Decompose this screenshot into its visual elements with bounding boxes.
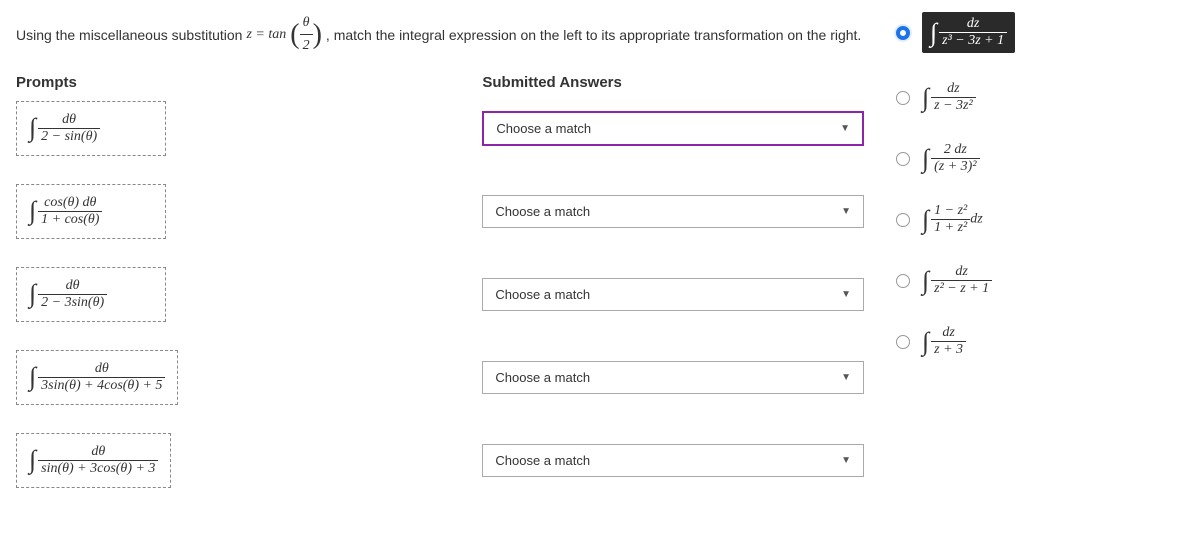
answer-select-2[interactable]: Choose a match ▼ [482, 195, 864, 228]
prompt-row-5: ∫dθsin(θ) + 3cos(θ) + 3 Choose a match ▼ [16, 433, 864, 488]
chevron-down-icon: ▼ [841, 206, 851, 217]
instruction-part2: , match the integral expression on the l… [326, 24, 861, 46]
radio-icon[interactable] [896, 213, 910, 227]
prompt-row-3: ∫dθ2 − 3sin(θ) Choose a match ▼ [16, 267, 864, 322]
chevron-down-icon: ▼ [841, 289, 851, 300]
prompt-3: ∫dθ2 − 3sin(θ) [16, 267, 166, 322]
prompt-2: ∫cos(θ) dθ1 + cos(θ) [16, 184, 166, 239]
radio-icon[interactable] [896, 152, 910, 166]
answer-select-1[interactable]: Choose a match ▼ [482, 111, 864, 146]
submitted-header: Submitted Answers [482, 74, 864, 91]
radio-selected-icon[interactable] [896, 26, 910, 40]
radio-icon[interactable] [896, 91, 910, 105]
radio-icon[interactable] [896, 335, 910, 349]
answer-select-4[interactable]: Choose a match ▼ [482, 361, 864, 394]
choice-4[interactable]: ∫1 − z²1 + z²dz [896, 203, 1184, 236]
chevron-down-icon: ▼ [840, 123, 850, 134]
answer-select-5[interactable]: Choose a match ▼ [482, 444, 864, 477]
select-placeholder-5: Choose a match [495, 453, 590, 468]
prompt-row-1: ∫dθ2 − sin(θ) Choose a match ▼ [16, 101, 864, 156]
sub-frac-den: 2 [300, 34, 313, 57]
select-placeholder-4: Choose a match [495, 370, 590, 385]
prompt-row-2: ∫cos(θ) dθ1 + cos(θ) Choose a match ▼ [16, 184, 864, 239]
choice-5[interactable]: ∫dzz² − z + 1 [896, 264, 1184, 297]
choice-6[interactable]: ∫dzz + 3 [896, 325, 1184, 358]
radio-icon[interactable] [896, 274, 910, 288]
prompt-row-4: ∫dθ3sin(θ) + 4cos(θ) + 5 Choose a match … [16, 350, 864, 405]
open-paren: ( [290, 21, 299, 49]
choice-3[interactable]: ∫2 dz(z + 3)² [896, 142, 1184, 175]
choices-panel: ∫dzz³ − 3z + 1 ∫dzz − 3z² ∫2 dz(z + 3)² … [880, 0, 1200, 528]
prompt-4: ∫dθ3sin(θ) + 4cos(θ) + 5 [16, 350, 178, 405]
prompts-header: Prompts [16, 74, 482, 91]
answer-select-3[interactable]: Choose a match ▼ [482, 278, 864, 311]
choice-2[interactable]: ∫dzz − 3z² [896, 81, 1184, 114]
substitution-lhs: z = tan [246, 24, 286, 46]
instruction-part1: Using the miscellaneous substitution [16, 24, 242, 46]
prompt-5: ∫dθsin(θ) + 3cos(θ) + 3 [16, 433, 171, 488]
select-placeholder-2: Choose a match [495, 204, 590, 219]
sub-frac-num: θ [300, 12, 313, 34]
prompt-1: ∫dθ2 − sin(θ) [16, 101, 166, 156]
select-placeholder-1: Choose a match [496, 121, 591, 136]
chevron-down-icon: ▼ [841, 455, 851, 466]
choice-1[interactable]: ∫dzz³ − 3z + 1 [896, 12, 1184, 53]
instruction-text: Using the miscellaneous substitution z =… [16, 12, 864, 58]
chevron-down-icon: ▼ [841, 372, 851, 383]
select-placeholder-3: Choose a match [495, 287, 590, 302]
left-panel: Using the miscellaneous substitution z =… [0, 0, 880, 528]
close-paren: ) [313, 21, 322, 49]
